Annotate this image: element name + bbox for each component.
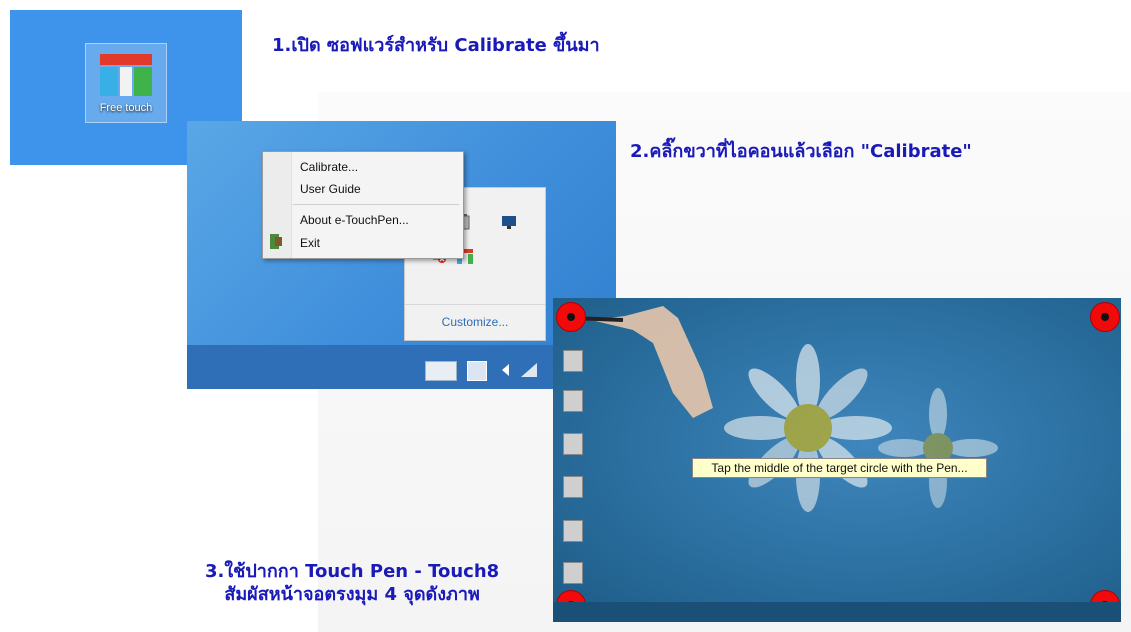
menu-item-about[interactable]: About e-TouchPen... — [300, 213, 409, 227]
step1-instruction: 1.เปิด ซอฟแวร์สำหรับ Calibrate ขึ้นมา — [272, 35, 600, 56]
calibration-screen: Tap the middle of the target circle with… — [553, 298, 1121, 622]
calibration-target-top-left[interactable] — [556, 302, 586, 332]
calibration-target-top-right[interactable] — [1090, 302, 1120, 332]
menu-item-calibrate[interactable]: Calibrate... — [300, 160, 358, 174]
desktop-icon[interactable] — [563, 433, 583, 455]
desktop-icon[interactable] — [563, 520, 583, 542]
step3-instruction: 3.ใช้ปากกา Touch Pen - Touch8 สัมผัสหน้า… — [205, 560, 499, 606]
exit-icon — [270, 234, 282, 249]
desktop-screenshot-step2: Customize... Calibrate... User Guide Abo… — [187, 121, 616, 389]
menu-item-exit[interactable]: Exit — [300, 236, 320, 250]
step3-line1: 3.ใช้ปากกา Touch Pen - Touch8 — [205, 561, 500, 582]
app-icon-label: Free touch — [99, 102, 153, 114]
free-touch-desktop-icon[interactable]: Free touch — [85, 43, 167, 123]
step2-instruction: 2.คลิ๊กขวาที่ไอคอนแล้วเลือก "Calibrate" — [630, 141, 972, 162]
desktop-icon[interactable] — [563, 390, 583, 412]
menu-separator — [293, 204, 459, 205]
tray-context-menu: Calibrate... User Guide About e-TouchPen… — [262, 151, 464, 259]
step3-line2: สัมผัสหน้าจอตรงมุม 4 จุดดังภาพ — [224, 584, 480, 605]
menu-item-user-guide[interactable]: User Guide — [300, 182, 361, 196]
calibration-tooltip: Tap the middle of the target circle with… — [692, 458, 987, 478]
speaker-icon[interactable] — [502, 364, 509, 376]
desktop-icon[interactable] — [563, 562, 583, 584]
keyboard-icon[interactable] — [425, 361, 457, 381]
taskbar — [187, 345, 616, 389]
taskbar — [553, 602, 1121, 622]
show-hidden-icons-button[interactable] — [467, 361, 487, 381]
free-touch-logo-icon — [100, 54, 152, 96]
signal-icon[interactable] — [519, 361, 539, 379]
desktop-icon[interactable] — [563, 350, 583, 372]
customize-link[interactable]: Customize... — [405, 304, 545, 329]
monitor-icon[interactable] — [501, 214, 517, 230]
desktop-icon[interactable] — [563, 476, 583, 498]
